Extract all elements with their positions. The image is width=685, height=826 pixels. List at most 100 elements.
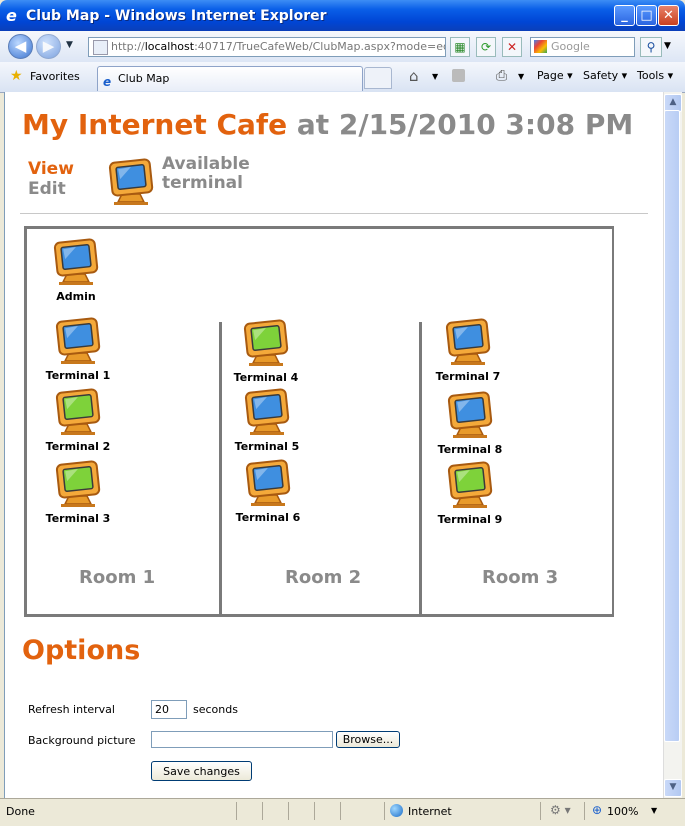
terminal-admin[interactable]: Admin	[36, 238, 116, 303]
home-dropdown-icon[interactable]: ▼	[432, 72, 438, 81]
tools-menu-label: Tools	[637, 69, 665, 82]
page-menu-label: Page	[537, 69, 564, 82]
ie-logo-icon: e	[6, 6, 17, 25]
protected-mode-icon[interactable]: ⚙ ▾	[550, 803, 571, 817]
feeds-icon[interactable]	[452, 69, 465, 82]
monitor-icon	[447, 461, 493, 508]
page-menu[interactable]: Page ▾	[537, 69, 573, 82]
terminal-7[interactable]: Terminal 7	[428, 318, 508, 383]
zoom-dropdown-icon[interactable]: ▼	[651, 806, 657, 815]
terminal-9[interactable]: Terminal 9	[430, 461, 510, 526]
favorites-button[interactable]: Favorites	[30, 70, 80, 83]
title-bar: e Club Map - Windows Internet Explorer _…	[0, 0, 685, 31]
legend-monitor-icon	[108, 158, 154, 210]
terminal-label: Terminal 2	[45, 440, 111, 453]
monitor-icon	[445, 318, 491, 365]
monitor-icon	[243, 319, 289, 366]
status-separator	[384, 802, 385, 820]
tab-ie-icon: e	[103, 75, 112, 89]
security-zone-label: Internet	[408, 805, 452, 818]
terminal-label: Terminal 5	[234, 440, 300, 453]
google-icon	[534, 40, 547, 53]
terminal-label: Terminal 9	[437, 513, 503, 526]
tools-menu[interactable]: Tools ▾	[637, 69, 673, 82]
refresh-interval-label: Refresh interval	[28, 703, 115, 716]
status-separator	[262, 802, 263, 820]
room-divider	[219, 322, 222, 615]
room-divider	[419, 322, 422, 615]
terminal-2[interactable]: Terminal 2	[38, 388, 118, 453]
terminal-3[interactable]: Terminal 3	[38, 460, 118, 525]
monitor-icon	[245, 459, 291, 506]
search-button[interactable]: ⚲	[640, 37, 662, 57]
internet-globe-icon	[390, 804, 403, 817]
address-input[interactable]: http://localhost:40717/TrueCafeWeb/ClubM…	[88, 37, 446, 57]
refresh-icon[interactable]: ⟳	[476, 37, 496, 57]
terminal-label: Terminal 6	[235, 511, 301, 524]
page-datetime: at 2/15/2010 3:08 PM	[296, 108, 634, 141]
status-separator	[340, 802, 341, 820]
terminal-label: Terminal 8	[437, 443, 503, 456]
view-link[interactable]: View	[28, 159, 74, 179]
legend-label: Available terminal	[162, 154, 250, 193]
address-rest: :40717/TrueCafeWeb/ClubMap.aspx?mode=edi…	[194, 40, 446, 53]
room-label: Room 3	[482, 567, 559, 588]
scroll-down-button[interactable]: ▼	[664, 779, 682, 797]
monitor-icon	[55, 388, 101, 435]
status-separator	[288, 802, 289, 820]
status-text: Done	[6, 805, 35, 818]
new-tab-button[interactable]	[364, 67, 392, 89]
zoom-icon[interactable]: ⊕	[592, 803, 602, 817]
scroll-thumb[interactable]	[664, 110, 680, 742]
refresh-unit-label: seconds	[193, 703, 238, 716]
zoom-level[interactable]: 100%	[607, 805, 638, 818]
page-title: My Internet Cafe at 2/15/2010 3:08 PM	[22, 108, 633, 141]
print-dropdown-icon[interactable]: ▼	[518, 72, 524, 81]
print-icon[interactable]: ⎙	[496, 68, 507, 84]
compatibility-view-icon[interactable]: ▦	[450, 37, 470, 57]
safety-menu[interactable]: Safety ▾	[583, 69, 627, 82]
terminal-5[interactable]: Terminal 5	[227, 388, 307, 453]
cafe-name: My Internet Cafe	[22, 108, 288, 141]
background-picture-input[interactable]	[151, 731, 333, 748]
monitor-icon	[55, 317, 101, 364]
background-picture-label: Background picture	[28, 734, 136, 747]
home-icon[interactable]: ⌂	[409, 67, 419, 85]
history-dropdown-icon[interactable]: ▼	[66, 40, 73, 50]
terminal-label: Terminal 3	[45, 512, 111, 525]
page-icon	[93, 40, 108, 55]
search-placeholder: Google	[551, 40, 590, 53]
address-prefix: http://	[111, 40, 145, 53]
browse-button[interactable]: Browse...	[336, 731, 400, 748]
monitor-icon	[244, 388, 290, 435]
terminal-4[interactable]: Terminal 4	[226, 319, 306, 384]
monitor-icon	[53, 238, 99, 285]
close-button[interactable]: ✕	[658, 5, 679, 26]
search-input[interactable]: Google	[530, 37, 635, 57]
back-button[interactable]: ◀	[8, 34, 33, 59]
status-separator	[314, 802, 315, 820]
tab-title: Club Map	[118, 72, 170, 85]
terminal-8[interactable]: Terminal 8	[430, 391, 510, 456]
status-separator	[584, 802, 585, 820]
edit-link[interactable]: Edit	[28, 179, 66, 199]
terminal-label: Admin	[56, 290, 96, 303]
monitor-icon	[447, 391, 493, 438]
search-options-icon[interactable]: ▼	[664, 41, 671, 51]
address-host: localhost	[144, 40, 195, 53]
refresh-interval-input[interactable]	[151, 700, 187, 719]
window-title: Club Map - Windows Internet Explorer	[26, 8, 327, 24]
stop-icon[interactable]: ✕	[502, 37, 522, 57]
terminal-1[interactable]: Terminal 1	[38, 317, 118, 382]
forward-button[interactable]: ▶	[36, 34, 61, 59]
terminal-6[interactable]: Terminal 6	[228, 459, 308, 524]
maximize-button[interactable]: □	[636, 5, 657, 26]
tab-club-map[interactable]: e Club Map	[97, 66, 363, 91]
status-separator	[236, 802, 237, 820]
minimize-button[interactable]: _	[614, 5, 635, 26]
status-bar	[0, 798, 685, 826]
monitor-icon	[55, 460, 101, 507]
safety-menu-label: Safety	[583, 69, 619, 82]
save-changes-button[interactable]: Save changes	[151, 761, 252, 781]
room-label: Room 1	[79, 567, 156, 588]
